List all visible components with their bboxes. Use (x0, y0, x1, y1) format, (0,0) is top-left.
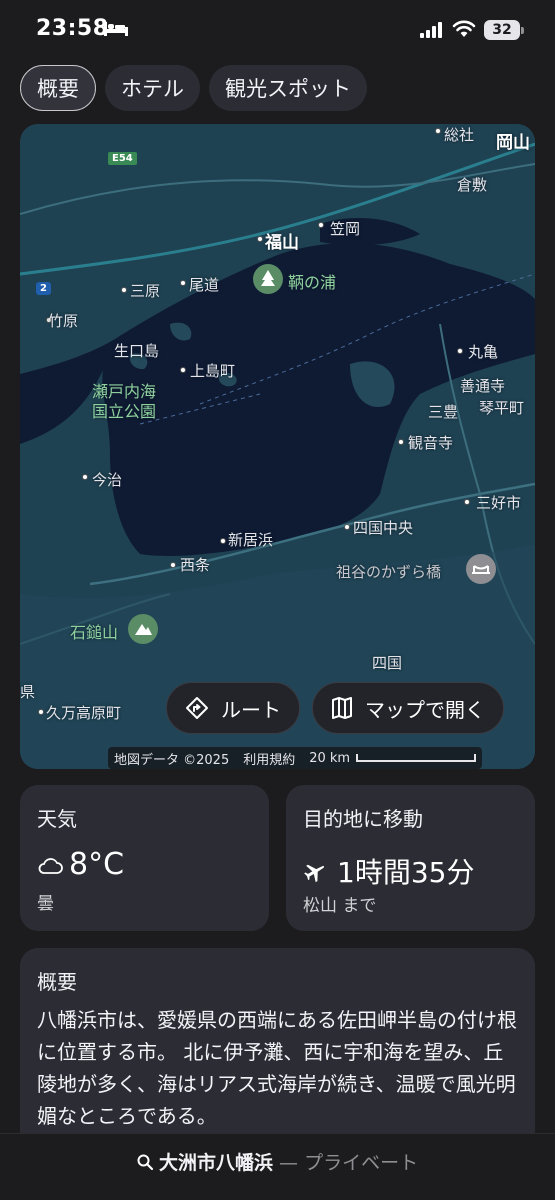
park-pin-tomonoura[interactable] (253, 264, 283, 294)
map-dot-imabari (82, 474, 88, 480)
map-label-mitoyo: 三豊 (428, 403, 459, 421)
map-dot-saijo (170, 562, 176, 568)
map-label-ikuchijima: 生口島 (114, 342, 160, 360)
tree-icon (261, 270, 275, 286)
map-icon (332, 697, 352, 719)
tab-hotels[interactable]: ホテル (105, 65, 200, 111)
map-dot-miyoshi (464, 499, 470, 505)
weather-temperature: 8°C (69, 847, 125, 882)
map-label-miyoshi: 三好市 (476, 494, 522, 512)
map-label-shikoku: 四国 (372, 654, 403, 672)
map-label-ishizuchi: 石鎚山 (70, 623, 119, 642)
travel-origin: 松山 まで (303, 896, 377, 916)
map-label-fukuyama: 福山 (265, 233, 299, 253)
open-in-maps-label: マップで開く (365, 697, 485, 722)
cellular-signal-icon (420, 22, 442, 38)
tab-sightseeing[interactable]: 観光スポット (209, 65, 367, 111)
status-time: 23:58 (36, 16, 109, 41)
map-label-niihama: 新居浜 (228, 531, 274, 549)
map-label-kamijima: 上島町 (190, 362, 236, 380)
map-label-zentsuji: 善通寺 (460, 377, 506, 395)
map-dot-mihara (121, 287, 127, 293)
map-label-kurashiki: 倉敷 (457, 176, 488, 194)
bottom-address-bar[interactable]: 大洲市八幡浜 — プライベート (0, 1133, 555, 1200)
map-dot-kamijima (180, 367, 186, 373)
tab-overview[interactable]: 概要 (20, 65, 96, 111)
map-scale: 20 km (309, 750, 477, 766)
weather-condition: 曇 (37, 894, 54, 914)
bottom-address: 大洲市八幡浜 — プライベート (0, 1148, 555, 1175)
overview-title: 概要 (37, 970, 77, 994)
map-terms-link[interactable]: 利用規約 (243, 749, 295, 768)
map-label-kanonji: 観音寺 (408, 434, 454, 452)
map-scale-label: 20 km (309, 750, 351, 766)
landmark-pin-iya[interactable] (466, 554, 496, 584)
map-label-kasaoka: 笠岡 (330, 220, 361, 238)
map-view[interactable]: E54 2 岡山 総社 倉敷 笠岡 福山 尾道 三原 鞆の浦 竹原 生口島 上島… (20, 124, 535, 769)
map-scale-bar (356, 753, 477, 762)
map-label-kotohira: 琴平町 (479, 399, 525, 417)
mountain-icon (135, 624, 152, 635)
travel-title: 目的地に移動 (303, 807, 423, 831)
map-label-kumakogen: 久万高原町 (46, 704, 122, 722)
map-attribution: 地図データ ©2025 利用規約 20 km (108, 747, 483, 769)
search-icon (137, 1154, 154, 1171)
weather-temperature-row: 8°C (37, 847, 124, 882)
map-label-saijo: 西条 (180, 556, 211, 574)
map-label-mihara: 三原 (130, 282, 161, 300)
travel-card[interactable]: 目的地に移動 1時間35分 松山 まで (286, 785, 535, 931)
bottom-separator: — (272, 1152, 305, 1174)
weather-title: 天気 (37, 807, 77, 831)
map-dot-niihama (220, 538, 226, 544)
map-dot-kanonji (398, 439, 404, 445)
map-label-shikokuchuo: 四国中央 (353, 519, 414, 537)
map-label-imabari: 今治 (92, 471, 123, 489)
overview-card: 概要 八幡浜市は、愛媛県の西端にある佐田岬半島の付け根に位置する市。 北に伊予灘… (20, 948, 535, 1148)
map-dot-kumakogen (38, 709, 44, 715)
map-data-credit: 地図データ ©2025 (114, 752, 230, 768)
sleep-focus-icon (104, 22, 128, 36)
overview-text: 八幡浜市は、愛媛県の西端にある佐田岬半島の付け根に位置する市。 北に伊予灘、西に… (37, 1008, 517, 1128)
map-dot-shikokuchuo (344, 524, 350, 530)
cloud-icon (38, 857, 63, 874)
weather-card[interactable]: 天気 8°C 曇 (20, 785, 269, 931)
route-button-label: ルート (221, 697, 281, 722)
bottom-place-name: 大洲市八幡浜 (158, 1152, 273, 1174)
map-label-marugame: 丸亀 (468, 343, 499, 361)
map-label-okayama: 岡山 (496, 133, 530, 153)
bottom-privacy-label: プライベート (304, 1152, 419, 1174)
map-label-setonaikai-2: 国立公園 (92, 402, 157, 421)
map-terrain (20, 124, 535, 769)
battery-indicator: 32 (484, 20, 520, 40)
map-dot-soja (435, 128, 441, 134)
map-label-soja: 総社 (444, 126, 475, 144)
status-bar: 23:58 32 (0, 0, 555, 62)
map-dot-marugame (457, 348, 463, 354)
map-label-tomonoura: 鞆の浦 (288, 273, 337, 292)
map-dot-kasaoka (318, 222, 324, 228)
map-label-onomichi: 尾道 (189, 276, 220, 294)
open-in-maps-button[interactable]: マップで開く (312, 682, 504, 734)
highway-e54-shield: E54 (108, 152, 137, 165)
map-label-takehara: 竹原 (48, 312, 79, 330)
map-label-ken: 県 (20, 683, 36, 701)
map-dot-onomichi (180, 280, 186, 286)
airplane-icon (304, 864, 325, 883)
bridge-icon (472, 565, 490, 574)
battery-nub (521, 27, 524, 34)
travel-duration: 1時間35分 (337, 856, 475, 889)
route-2-shield: 2 (36, 282, 51, 295)
wifi-icon (452, 20, 476, 37)
route-button[interactable]: ルート (166, 682, 300, 734)
park-pin-ishizuchi[interactable] (128, 614, 158, 644)
tab-bar: 概要 ホテル 観光スポット (20, 65, 367, 111)
map-label-iya: 祖谷のかずら橋 (336, 563, 442, 581)
directions-icon (186, 697, 208, 719)
map-dot-fukuyama (257, 236, 263, 242)
travel-duration-row: 1時間35分 (303, 851, 474, 891)
